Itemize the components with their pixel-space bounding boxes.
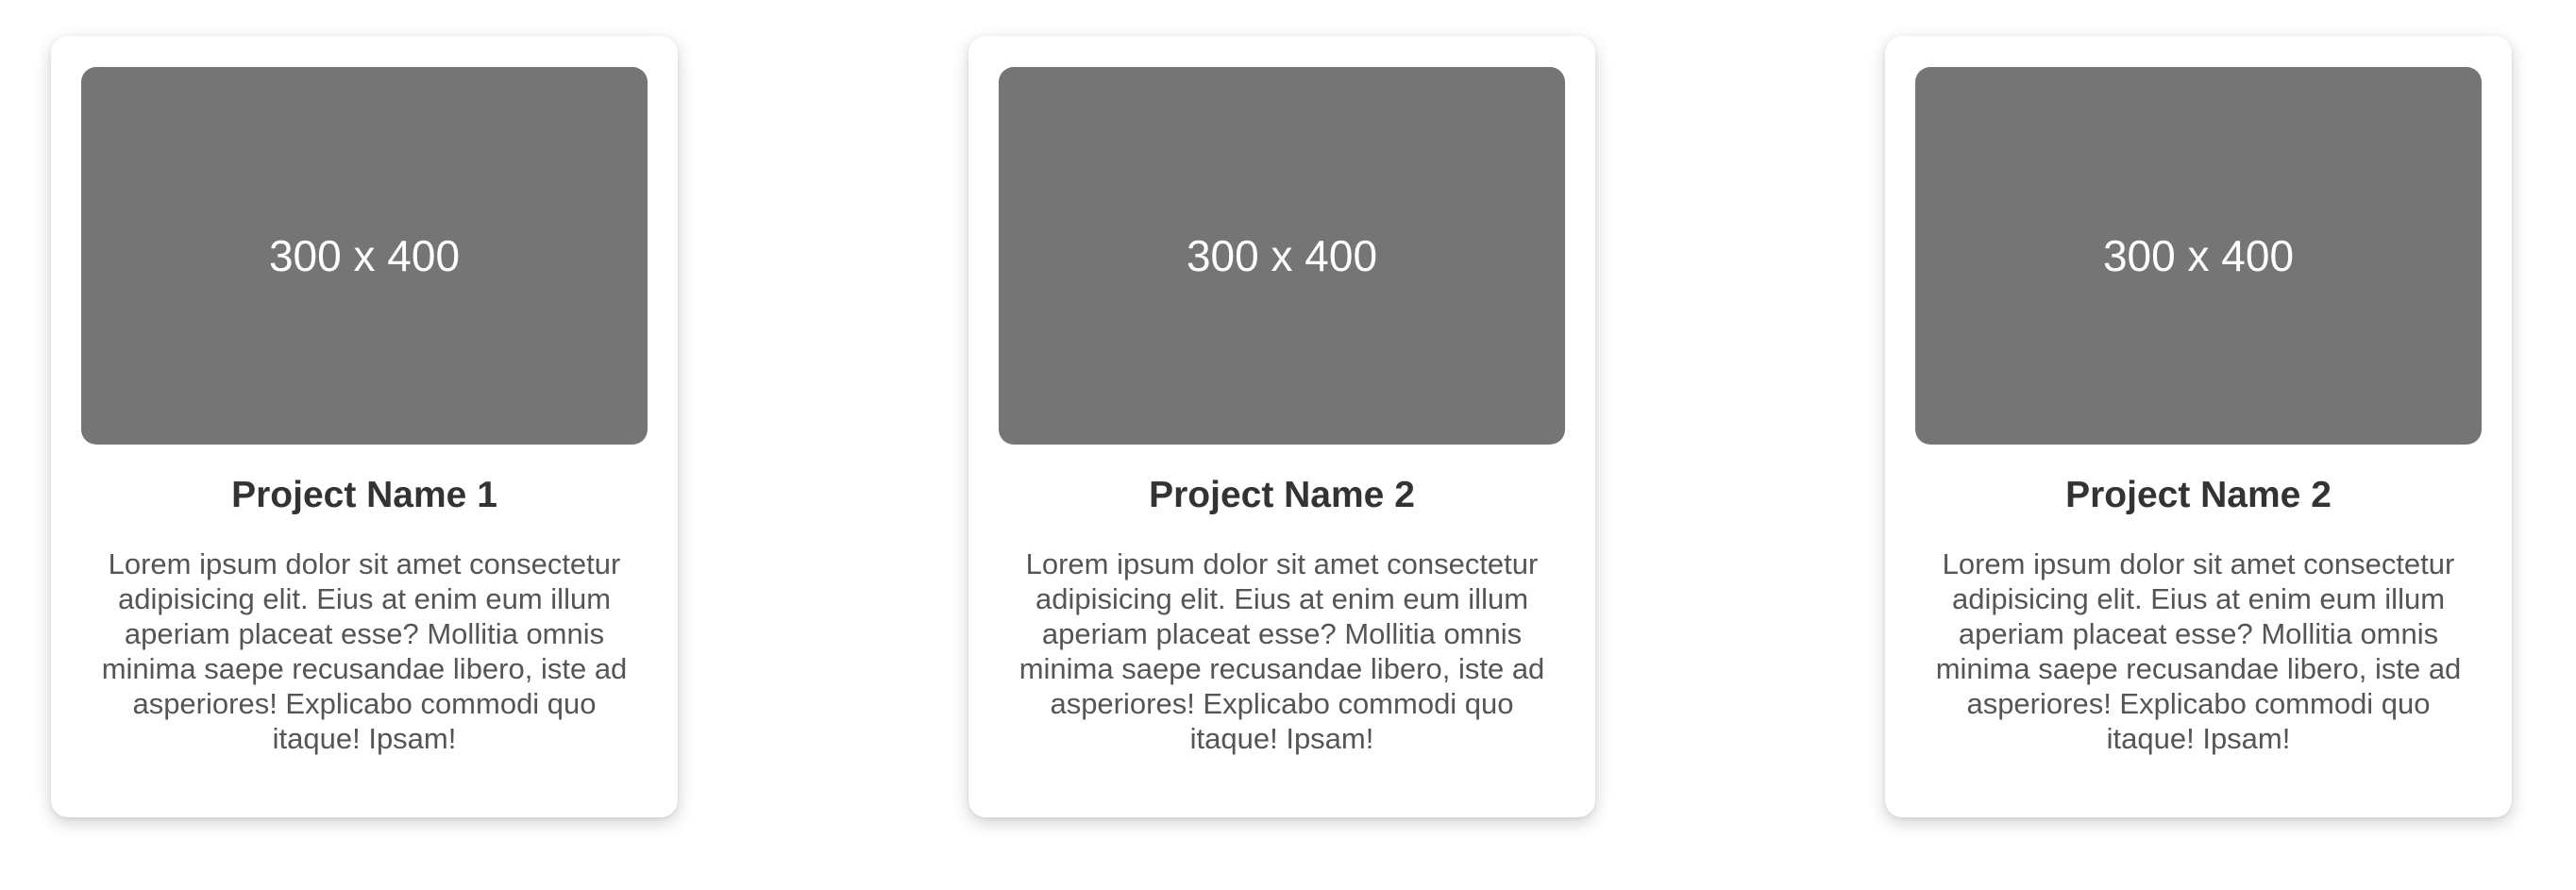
image-placeholder-label: 300 x 400 (2102, 231, 2295, 280)
project-title: Project Name 2 (1149, 475, 1415, 515)
project-card[interactable]: 300 x 400 Project Name 2 Lorem ipsum dol… (1885, 36, 2512, 817)
project-card[interactable]: 300 x 400 Project Name 2 Lorem ipsum dol… (968, 36, 1595, 817)
image-placeholder-label: 300 x 400 (1186, 231, 1378, 280)
project-image-placeholder: 300 x 400 (81, 67, 648, 445)
project-description: Lorem ipsum dolor sit amet consectetur a… (1019, 547, 1545, 755)
project-title: Project Name 1 (231, 475, 497, 515)
project-card[interactable]: 300 x 400 Project Name 1 Lorem ipsum dol… (51, 36, 678, 817)
project-cards-grid: 300 x 400 Project Name 1 Lorem ipsum dol… (0, 0, 2576, 890)
image-placeholder-label: 300 x 400 (268, 231, 461, 280)
project-image-placeholder: 300 x 400 (1915, 67, 2482, 445)
project-description: Lorem ipsum dolor sit amet consectetur a… (1935, 547, 2462, 755)
project-image-placeholder: 300 x 400 (999, 67, 1565, 445)
project-description: Lorem ipsum dolor sit amet consectetur a… (101, 547, 628, 755)
project-title: Project Name 2 (2065, 475, 2332, 515)
